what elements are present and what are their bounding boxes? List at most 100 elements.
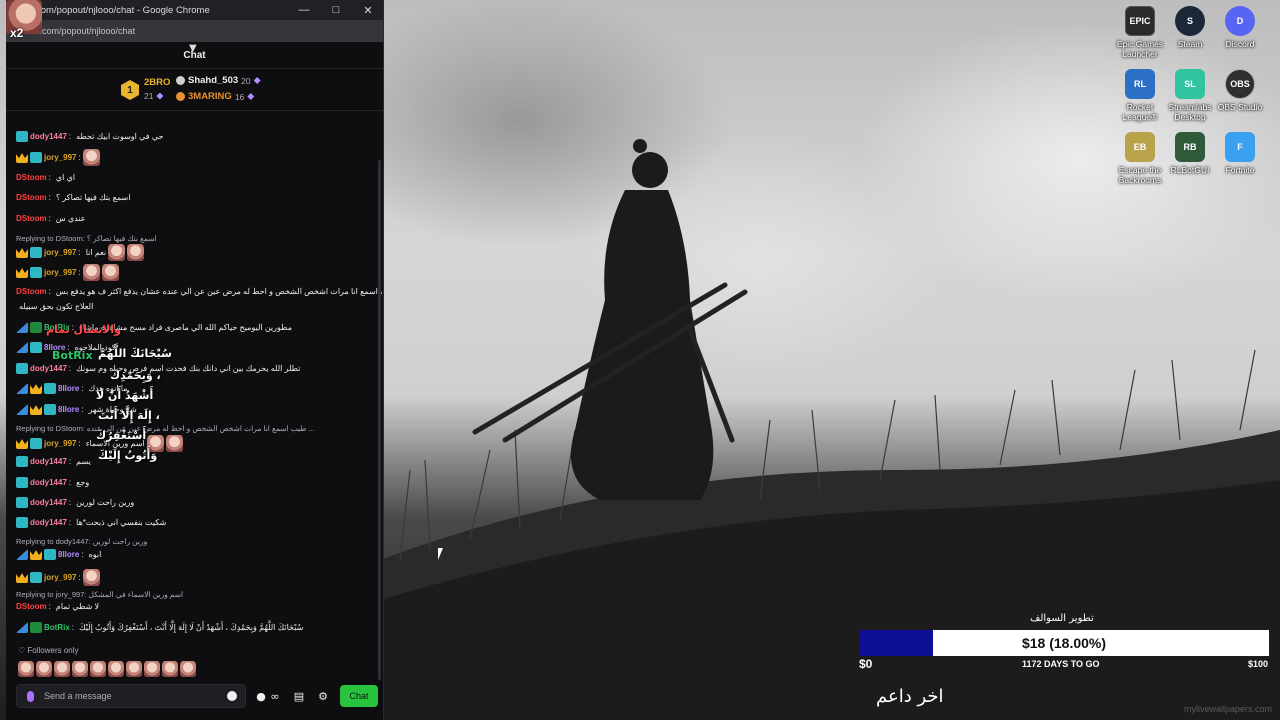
desktop-icon-escape-backrooms[interactable]: EB Escape the Backrooms bbox=[1112, 132, 1168, 185]
chat-username[interactable]: jory_997 bbox=[44, 248, 76, 257]
chat-username[interactable]: dody1447 bbox=[30, 518, 67, 527]
rank-badge: 1 bbox=[121, 80, 139, 100]
chat-message: jory_997: bbox=[16, 149, 374, 166]
desktop-icon-fortnite[interactable]: F Fortnite bbox=[1212, 132, 1268, 175]
collapse-chevron-icon[interactable]: ▼ bbox=[189, 43, 197, 54]
verified-badge-icon bbox=[30, 322, 42, 333]
chat-username[interactable]: jory_997 bbox=[44, 153, 76, 162]
desktop-icon-obs[interactable]: OBS OBS Studio bbox=[1212, 69, 1268, 112]
goal-progress-bar: $18 (18.00%) bbox=[859, 630, 1269, 656]
emote-picker-icon[interactable] bbox=[227, 691, 237, 701]
chat-username[interactable]: jory_997 bbox=[44, 573, 76, 582]
emote-icon bbox=[82, 569, 100, 586]
close-icon[interactable]: ✕ bbox=[359, 2, 377, 18]
desktop-icon-epic-games[interactable]: EPIC Epic Games Launcher bbox=[1112, 6, 1168, 59]
crown-badge-icon bbox=[30, 405, 42, 415]
discord-icon: D bbox=[1225, 6, 1255, 36]
desktop-icon-streamlabs[interactable]: SL Streamlabs Desktop bbox=[1162, 69, 1218, 122]
window-titlebar[interactable]: com/popout/njlooo/chat - Google Chrome —… bbox=[6, 0, 383, 20]
chat-text: حي في اوسوت ابيك تحطه bbox=[76, 132, 164, 141]
desktop-icon-discord[interactable]: D Discord bbox=[1212, 6, 1268, 49]
bits-icon bbox=[156, 92, 164, 100]
leaderboard-entry[interactable]: 2BRO bbox=[144, 77, 170, 88]
emote-icon[interactable] bbox=[18, 661, 34, 677]
desktop-icon-label: Rocket League® bbox=[1122, 102, 1158, 122]
emote-icon bbox=[127, 244, 145, 261]
chat-username[interactable]: DStoom bbox=[16, 602, 47, 611]
reply-text: Replying to jory_997: اسم ورين الاسماء ف… bbox=[16, 590, 184, 599]
crown-badge-icon bbox=[30, 384, 42, 394]
emote-icon[interactable] bbox=[72, 661, 88, 677]
chat-username[interactable]: BotRix bbox=[44, 623, 70, 632]
desktop-icon-rocket-league[interactable]: RL Rocket League® bbox=[1112, 69, 1168, 122]
chat-username[interactable]: dody1447 bbox=[30, 498, 67, 507]
chat-message-list[interactable]: dody1447: حي في اوسوت ابيك تحطه jory_997… bbox=[6, 127, 382, 647]
chat-username[interactable]: jory_997 bbox=[44, 268, 76, 277]
emote-quick-bar[interactable] bbox=[18, 661, 196, 677]
steam-icon: S bbox=[1175, 6, 1205, 36]
emote-icon[interactable] bbox=[180, 661, 196, 677]
emote-icon[interactable] bbox=[126, 661, 142, 677]
chat-send-button[interactable]: Chat bbox=[340, 685, 378, 707]
minimize-icon[interactable]: — bbox=[295, 2, 313, 18]
emote-icon[interactable] bbox=[54, 661, 70, 677]
alert-user: BotRix bbox=[52, 349, 93, 362]
chat-message: dody1447: ورين راحت لورين bbox=[16, 497, 374, 508]
vip-badge-icon bbox=[16, 342, 28, 353]
leaderboard-name: 3MARING bbox=[188, 91, 232, 102]
chat-username[interactable]: DStoom bbox=[16, 173, 47, 182]
sub-badge-icon bbox=[30, 342, 42, 353]
chat-username[interactable]: dody1447 bbox=[30, 132, 67, 141]
sub-badge-icon bbox=[44, 404, 56, 415]
desktop-icon-label: OBS Studio bbox=[1217, 102, 1263, 112]
microphone-icon[interactable] bbox=[27, 690, 34, 702]
points-icon[interactable]: ∞ bbox=[268, 689, 282, 703]
emote-icon[interactable] bbox=[36, 661, 52, 677]
desktop-icon-label: Streamlabs Desktop bbox=[1168, 102, 1212, 122]
desktop-icon-rlbotgui[interactable]: RB RLBotGUI bbox=[1162, 132, 1218, 175]
bits-cheer-icon[interactable]: ● bbox=[254, 689, 268, 703]
chat-text: نعم انا bbox=[85, 248, 107, 257]
chat-message-continuation: العلاج تكون بحق سبيله bbox=[16, 302, 374, 311]
emote-icon[interactable] bbox=[90, 661, 106, 677]
emote-icon[interactable] bbox=[144, 661, 160, 677]
leaderboard-name: Shahd_503 bbox=[188, 75, 239, 86]
chat-input-placeholder: Send a message bbox=[44, 691, 112, 701]
chat-username[interactable]: DStoom bbox=[16, 287, 47, 296]
mouse-cursor-icon bbox=[438, 548, 443, 560]
reply-text: Replying to dody1447: ورين راحت لورين bbox=[16, 537, 148, 546]
chat-scrollbar[interactable] bbox=[378, 160, 381, 680]
chat-username[interactable]: jory_997 bbox=[44, 439, 76, 448]
desktop-icon-label: Discord bbox=[1225, 39, 1255, 49]
maximize-icon[interactable]: □ bbox=[327, 2, 345, 18]
chat-username[interactable]: 8llore bbox=[58, 405, 79, 414]
chat-username[interactable]: dody1447 bbox=[30, 364, 67, 373]
chat-username[interactable]: 8llore bbox=[58, 550, 79, 559]
address-bar[interactable]: tck.com/popout/njlooo/chat bbox=[6, 20, 383, 42]
chat-username[interactable]: dody1447 bbox=[30, 478, 67, 487]
chat-message: 8llore: ما انوه هدك bbox=[16, 383, 374, 394]
emote-icon[interactable] bbox=[162, 661, 178, 677]
chat-text: لا شطي تمام bbox=[55, 602, 100, 611]
store-icon[interactable]: ▤ bbox=[292, 689, 306, 703]
chat-username[interactable]: DStoom bbox=[16, 193, 47, 202]
epic-games-icon: EPIC bbox=[1125, 6, 1155, 36]
vip-badge-icon bbox=[16, 383, 28, 394]
desktop-icon-steam[interactable]: S Steam bbox=[1162, 6, 1218, 49]
chat-input[interactable]: Send a message bbox=[16, 684, 246, 708]
crown-badge-icon bbox=[30, 550, 42, 560]
gear-icon[interactable]: ⚙ bbox=[316, 689, 330, 703]
chat-leaderboard[interactable]: 1 2BRO 21 Shahd_503 20 3MARING 16 bbox=[6, 69, 383, 111]
chat-username[interactable]: dody1447 bbox=[30, 457, 67, 466]
sub-badge-icon bbox=[30, 438, 42, 449]
leaderboard-entry[interactable]: Shahd_503 20 bbox=[176, 75, 261, 86]
chat-message: BotRix: سُبْحَانَكَ اللَّهُمَّ وَبِحَمْد… bbox=[16, 622, 374, 633]
chat-username[interactable]: 8llore bbox=[58, 384, 79, 393]
alert-line: إِلَهَ إِلَّا أَنْتَ ، bbox=[98, 409, 160, 422]
leaderboard-entry[interactable]: 3MARING 16 bbox=[176, 91, 255, 102]
chat-username[interactable]: DStoom bbox=[16, 214, 47, 223]
alert-line: أَسْتَغْفِرُكَ bbox=[96, 429, 147, 442]
sub-badge-icon bbox=[16, 456, 28, 467]
heart-icon: ♡ bbox=[18, 646, 26, 655]
emote-icon[interactable] bbox=[108, 661, 124, 677]
